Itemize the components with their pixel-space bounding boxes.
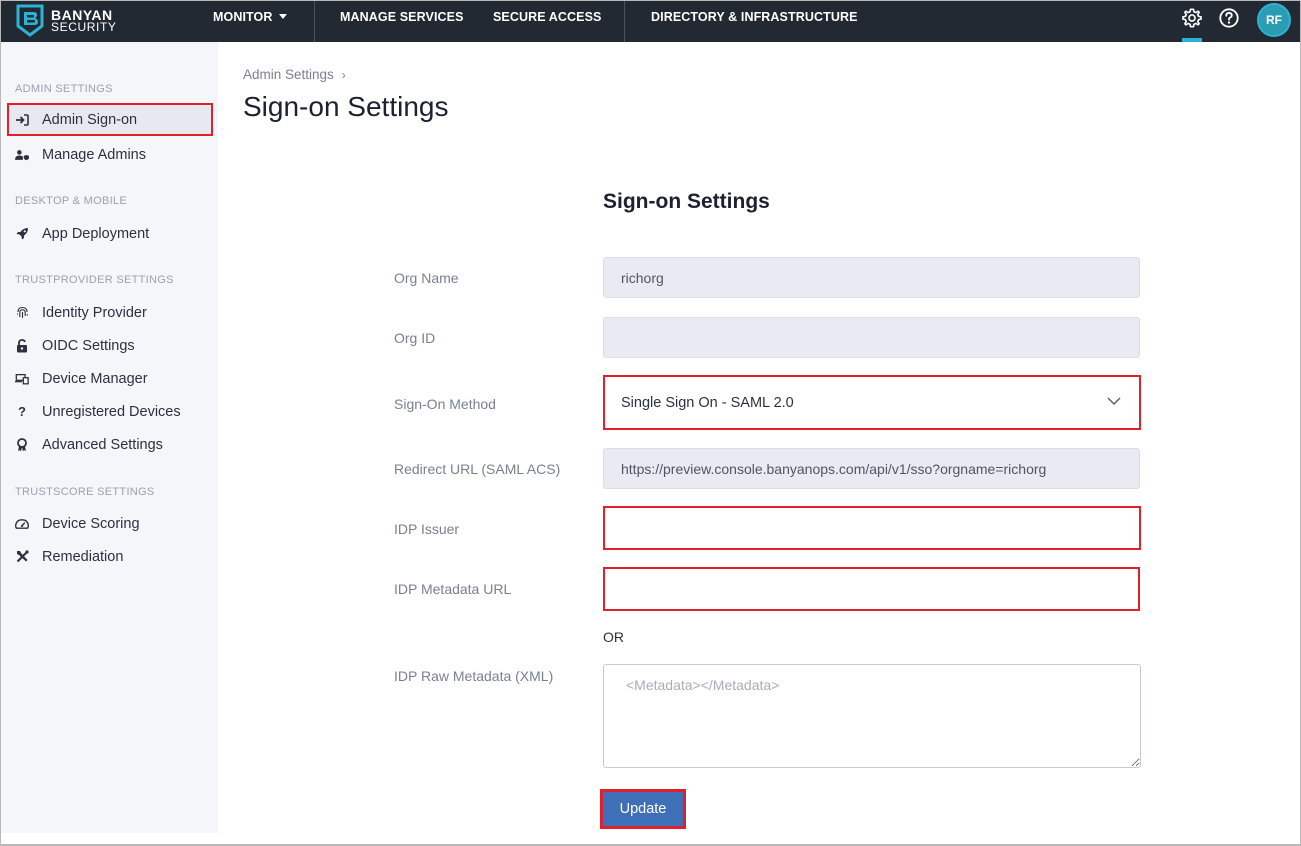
nav-secure-access[interactable]: SECURE ACCESS (493, 1, 602, 42)
banyan-shield-logo-icon (16, 4, 44, 37)
idp-issuer-input[interactable] (603, 506, 1141, 550)
unlock-icon (15, 338, 29, 353)
devices-icon (15, 372, 29, 386)
sidebar-item-label: App Deployment (42, 225, 150, 242)
gear-icon[interactable] (1181, 7, 1203, 29)
sidebar-item-label: Identity Provider (42, 304, 147, 321)
update-button[interactable]: Update (600, 789, 686, 829)
question-icon: ? (18, 404, 26, 419)
sidebar-item-advanced-settings[interactable]: Advanced Settings (7, 428, 213, 461)
or-separator: OR (603, 629, 624, 645)
redirect-url-input[interactable] (603, 448, 1140, 489)
redirect-url-label: Redirect URL (SAML ACS) (394, 461, 561, 477)
top-navbar: BANYAN SECURITY MONITOR MANAGE SERVICES … (1, 1, 1300, 42)
sidebar-item-label: Admin Sign-on (42, 111, 138, 128)
sidebar-item-device-scoring[interactable]: Device Scoring (7, 507, 213, 540)
chevron-down-icon (1107, 397, 1121, 406)
sidebar-item-device-manager[interactable]: Device Manager (7, 362, 213, 395)
breadcrumb: Admin Settings › (243, 67, 346, 82)
rocket-icon (15, 227, 29, 241)
idp-issuer-label: IDP Issuer (394, 521, 460, 537)
idp-raw-metadata-textarea[interactable] (603, 664, 1141, 768)
nav-monitor-label: MONITOR (213, 10, 273, 24)
sidebar-item-label: Manage Admins (42, 146, 146, 163)
section-title-admin-settings: ADMIN SETTINGS (15, 83, 113, 95)
sidebar-item-remediation[interactable]: Remediation (7, 540, 213, 573)
sidebar-item-label: OIDC Settings (42, 337, 135, 354)
sidebar-item-label: Device Manager (42, 370, 148, 387)
org-name-input[interactable] (603, 257, 1140, 298)
sidebar: ADMIN SETTINGS Admin Sign-on Manage Admi… (1, 42, 218, 833)
idp-raw-metadata-label: IDP Raw Metadata (XML) (394, 668, 554, 684)
nav-divider (624, 1, 625, 42)
nav-divider (314, 1, 315, 42)
nav-monitor[interactable]: MONITOR (213, 1, 287, 42)
idp-metadata-url-input[interactable] (603, 567, 1140, 611)
sidebar-item-label: Device Scoring (42, 515, 140, 532)
sidebar-item-unregistered-devices[interactable]: ? Unregistered Devices (7, 395, 213, 428)
sidebar-item-app-deployment[interactable]: App Deployment (7, 217, 213, 250)
chevron-right-icon: › (341, 68, 346, 82)
user-avatar[interactable]: RF (1257, 3, 1291, 37)
brand-text: BANYAN SECURITY (51, 8, 117, 34)
sidebar-item-identity-provider[interactable]: Identity Provider (7, 296, 213, 329)
sidebar-item-admin-sign-on[interactable]: Admin Sign-on (7, 103, 213, 136)
brand-logo[interactable]: BANYAN SECURITY (15, 4, 116, 38)
section-title-trustscore-settings: TRUSTSCORE SETTINGS (15, 486, 155, 498)
fingerprint-icon (15, 306, 29, 320)
sign-on-method-value: Single Sign On - SAML 2.0 (621, 394, 794, 411)
sidebar-item-manage-admins[interactable]: Manage Admins (7, 138, 213, 171)
award-icon (15, 437, 29, 452)
org-name-label: Org Name (394, 270, 459, 286)
tools-icon (15, 550, 29, 564)
brand-line2: SECURITY (51, 20, 117, 34)
caret-down-icon (278, 14, 287, 20)
org-id-label: Org ID (394, 330, 436, 346)
form-title: Sign-on Settings (603, 190, 770, 213)
sidebar-item-oidc-settings[interactable]: OIDC Settings (7, 329, 213, 362)
sign-in-icon (15, 113, 29, 127)
page-title: Sign-on Settings (243, 91, 449, 122)
sign-on-method-select[interactable]: Single Sign On - SAML 2.0 (603, 375, 1141, 430)
sidebar-item-label: Remediation (42, 548, 124, 565)
sign-on-method-label: Sign-On Method (394, 396, 496, 412)
gauge-icon (15, 517, 29, 531)
sidebar-item-label: Advanced Settings (42, 436, 163, 453)
nav-directory-infrastructure[interactable]: DIRECTORY & INFRASTRUCTURE (651, 1, 858, 42)
active-indicator (1182, 38, 1202, 42)
org-id-input[interactable] (603, 317, 1140, 358)
section-title-trustprovider-settings: TRUSTPROVIDER SETTINGS (15, 274, 174, 286)
help-icon[interactable] (1218, 7, 1240, 29)
section-title-desktop-mobile: DESKTOP & MOBILE (15, 195, 127, 207)
nav-manage-services[interactable]: MANAGE SERVICES (340, 1, 464, 42)
breadcrumb-admin-settings[interactable]: Admin Settings (243, 67, 334, 82)
user-shield-icon (15, 148, 29, 162)
sidebar-item-label: Unregistered Devices (42, 403, 181, 420)
idp-metadata-url-label: IDP Metadata URL (394, 581, 512, 597)
